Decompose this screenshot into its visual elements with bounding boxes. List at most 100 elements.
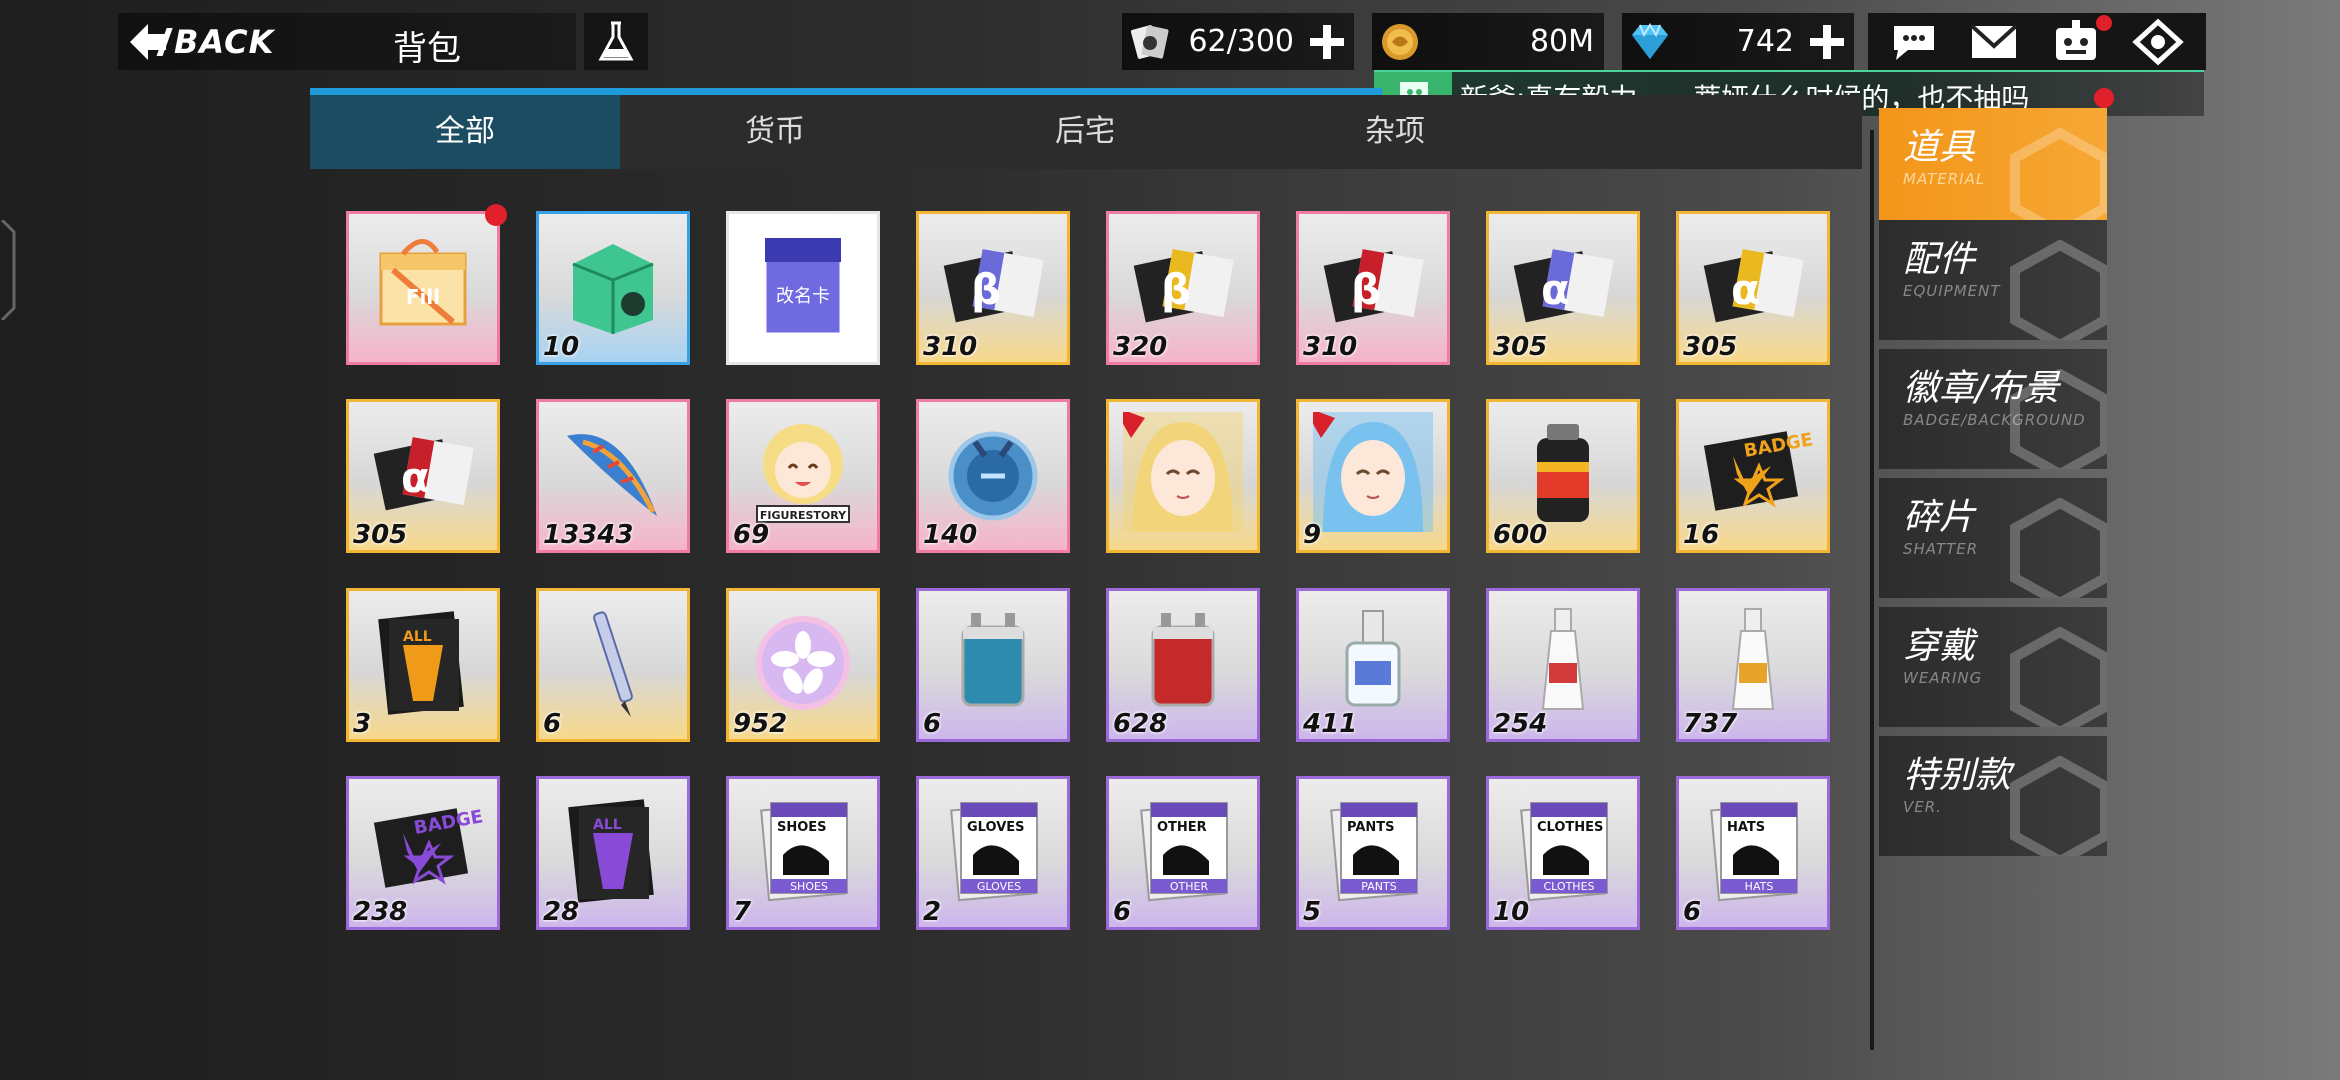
- item-slot-ticket-b-red[interactable]: β 310: [1296, 211, 1450, 365]
- item-quantity: 6: [1683, 897, 1702, 927]
- category-sublabel: VER.: [1903, 798, 1942, 816]
- bottle-icon: [1345, 610, 1401, 707]
- svg-text:ALL: ALL: [593, 817, 622, 833]
- item-slot-green-gift-box[interactable]: 10: [536, 211, 690, 365]
- item-slot-ticket-a-blue[interactable]: α 305: [1486, 211, 1640, 365]
- item-quantity: 310: [1303, 332, 1358, 362]
- item-slot-glue-tube-blue[interactable]: 254: [1486, 588, 1640, 742]
- svg-text:PANTS: PANTS: [1361, 880, 1396, 893]
- category-ver-[interactable]: 特别款 VER.: [1879, 736, 2107, 856]
- back-button[interactable]: BACK 背包: [118, 13, 576, 70]
- category-emblem-icon: [2010, 627, 2107, 727]
- item-slot-manual-hats[interactable]: HATS HATS 6: [1676, 776, 1830, 930]
- green-box-icon: [572, 244, 654, 334]
- settings-icon[interactable]: [2130, 18, 2186, 66]
- svg-text:SHOES: SHOES: [790, 880, 828, 893]
- item-quantity: 10: [543, 332, 580, 362]
- svg-text:HATS: HATS: [1745, 880, 1774, 893]
- item-slot-manual-pants[interactable]: PANTS PANTS 5: [1296, 776, 1450, 930]
- item-slot-badge-scroll-gold[interactable]: BADGE 16: [1676, 399, 1830, 553]
- item-slot-badge-scroll-purple[interactable]: BADGE 238: [346, 776, 500, 930]
- plus-icon[interactable]: [1806, 21, 1848, 63]
- category-label: 道具: [1903, 127, 1976, 168]
- category-sublabel: EQUIPMENT: [1903, 282, 2001, 300]
- category-emblem-icon: [2010, 369, 2107, 469]
- battery-icon: [961, 613, 1025, 707]
- svg-text:PANTS: PANTS: [1347, 820, 1395, 835]
- item-slot-manual-clothes[interactable]: CLOTHES CLOTHES 10: [1486, 776, 1640, 930]
- item-quantity: 628: [1113, 709, 1168, 739]
- category-material[interactable]: 道具 MATERIAL: [1879, 108, 2107, 228]
- category-wearing[interactable]: 穿戴 WEARING: [1879, 607, 2107, 727]
- page-title: 背包: [393, 29, 461, 69]
- item-slot-strengthen-book-gold[interactable]: ALL 3: [346, 588, 500, 742]
- item-quantity: 737: [1683, 709, 1738, 739]
- portrait-icon: [1313, 412, 1433, 532]
- svg-text:FIGURESTORY: FIGURESTORY: [760, 509, 847, 522]
- mail-icon[interactable]: [1966, 18, 2022, 66]
- category-sublabel: MATERIAL: [1903, 170, 1986, 188]
- portrait-icon: [1123, 412, 1243, 532]
- gift-box-icon: Fill: [379, 239, 467, 326]
- tab-currency[interactable]: 货币: [620, 95, 930, 169]
- scroll-icon: BADGE: [373, 806, 483, 888]
- item-slot-portrait-blonde[interactable]: [1106, 399, 1260, 553]
- item-slot-nail-polish[interactable]: 411: [1296, 588, 1450, 742]
- tab-dorm[interactable]: 后宅: [930, 95, 1240, 169]
- svg-text:改名卡: 改名卡: [776, 286, 830, 307]
- category-shatter[interactable]: 碎片 SHATTER: [1879, 478, 2107, 598]
- item-slot-spray-can[interactable]: 600: [1486, 399, 1640, 553]
- item-slot-portrait-blue-hair[interactable]: 9: [1296, 399, 1450, 553]
- manual-icon: OTHER OTHER: [1140, 802, 1228, 902]
- item-slot-blue-battery[interactable]: 6: [916, 588, 1070, 742]
- flask-button[interactable]: [584, 13, 648, 70]
- item-slot-gift-box[interactable]: Fill: [346, 204, 507, 365]
- item-slot-red-battery[interactable]: 628: [1106, 588, 1260, 742]
- item-slot-ticket-a-red[interactable]: α 305: [346, 399, 500, 553]
- svg-text:GLOVES: GLOVES: [977, 880, 1021, 893]
- item-quantity: 6: [543, 709, 562, 739]
- chat-icon[interactable]: [1886, 18, 1942, 66]
- item-quantity: 600: [1493, 520, 1548, 550]
- side-divider: [1870, 130, 1874, 1050]
- gold-counter: 80M: [1372, 13, 1604, 70]
- item-quantity: 238: [353, 897, 408, 927]
- item-slot-manual-shoes[interactable]: SHOES SHOES 7: [726, 776, 880, 930]
- tab-misc[interactable]: 杂项: [1240, 95, 1550, 169]
- svg-text:β: β: [1351, 265, 1381, 314]
- tab-all[interactable]: 全部: [310, 95, 620, 169]
- battery-icon: [1151, 613, 1215, 707]
- category-emblem-icon: [2010, 240, 2107, 340]
- svg-text:α: α: [401, 453, 430, 502]
- item-slot-glue-tube-gold[interactable]: 737: [1676, 588, 1830, 742]
- category-badge-background[interactable]: 徽章/布景 BADGE/BACKGROUND: [1879, 349, 2107, 469]
- item-slot-ticket-b-gold[interactable]: β 320: [1106, 211, 1260, 365]
- ticket-icon: α: [373, 437, 474, 511]
- category-label: 碎片: [1903, 497, 1976, 538]
- manual-icon: PANTS PANTS: [1330, 802, 1418, 902]
- item-slot-rename-card[interactable]: 改名卡: [726, 211, 880, 365]
- item-slot-manual-other[interactable]: OTHER OTHER 6: [1106, 776, 1260, 930]
- item-slot-manual-gloves[interactable]: GLOVES GLOVES 2: [916, 776, 1070, 930]
- item-slot-ticket-a-gold[interactable]: α 305: [1676, 211, 1830, 365]
- ticket-icon: α: [1703, 249, 1804, 323]
- category-label: 特别款: [1903, 755, 2012, 796]
- item-slot-sakura-orb[interactable]: 952: [726, 588, 880, 742]
- category-equipment[interactable]: 配件 EQUIPMENT: [1879, 220, 2107, 340]
- chibi-icon: FIGURESTORY: [756, 424, 850, 523]
- item-slot-feather[interactable]: 13343: [536, 399, 690, 553]
- item-quantity: 305: [1493, 332, 1548, 362]
- category-label: 穿戴: [1903, 626, 1976, 667]
- item-slot-blue-orb[interactable]: 140: [916, 399, 1070, 553]
- item-slot-figurestory-badge[interactable]: FIGURESTORY 69: [726, 399, 880, 553]
- svg-text:OTHER: OTHER: [1157, 820, 1207, 835]
- new-item-dot: [485, 204, 507, 226]
- plus-icon[interactable]: [1306, 21, 1348, 63]
- item-slot-strengthen-book-purple[interactable]: ALL 28: [536, 776, 690, 930]
- scroll-icon: BADGE: [1703, 429, 1813, 511]
- item-slot-ticket-b-blue[interactable]: β 310: [916, 211, 1070, 365]
- item-slot-pen[interactable]: 6: [536, 588, 690, 742]
- svg-text:α: α: [1541, 265, 1570, 314]
- tube-icon: [1731, 608, 1775, 710]
- svg-text:CLOTHES: CLOTHES: [1544, 880, 1595, 893]
